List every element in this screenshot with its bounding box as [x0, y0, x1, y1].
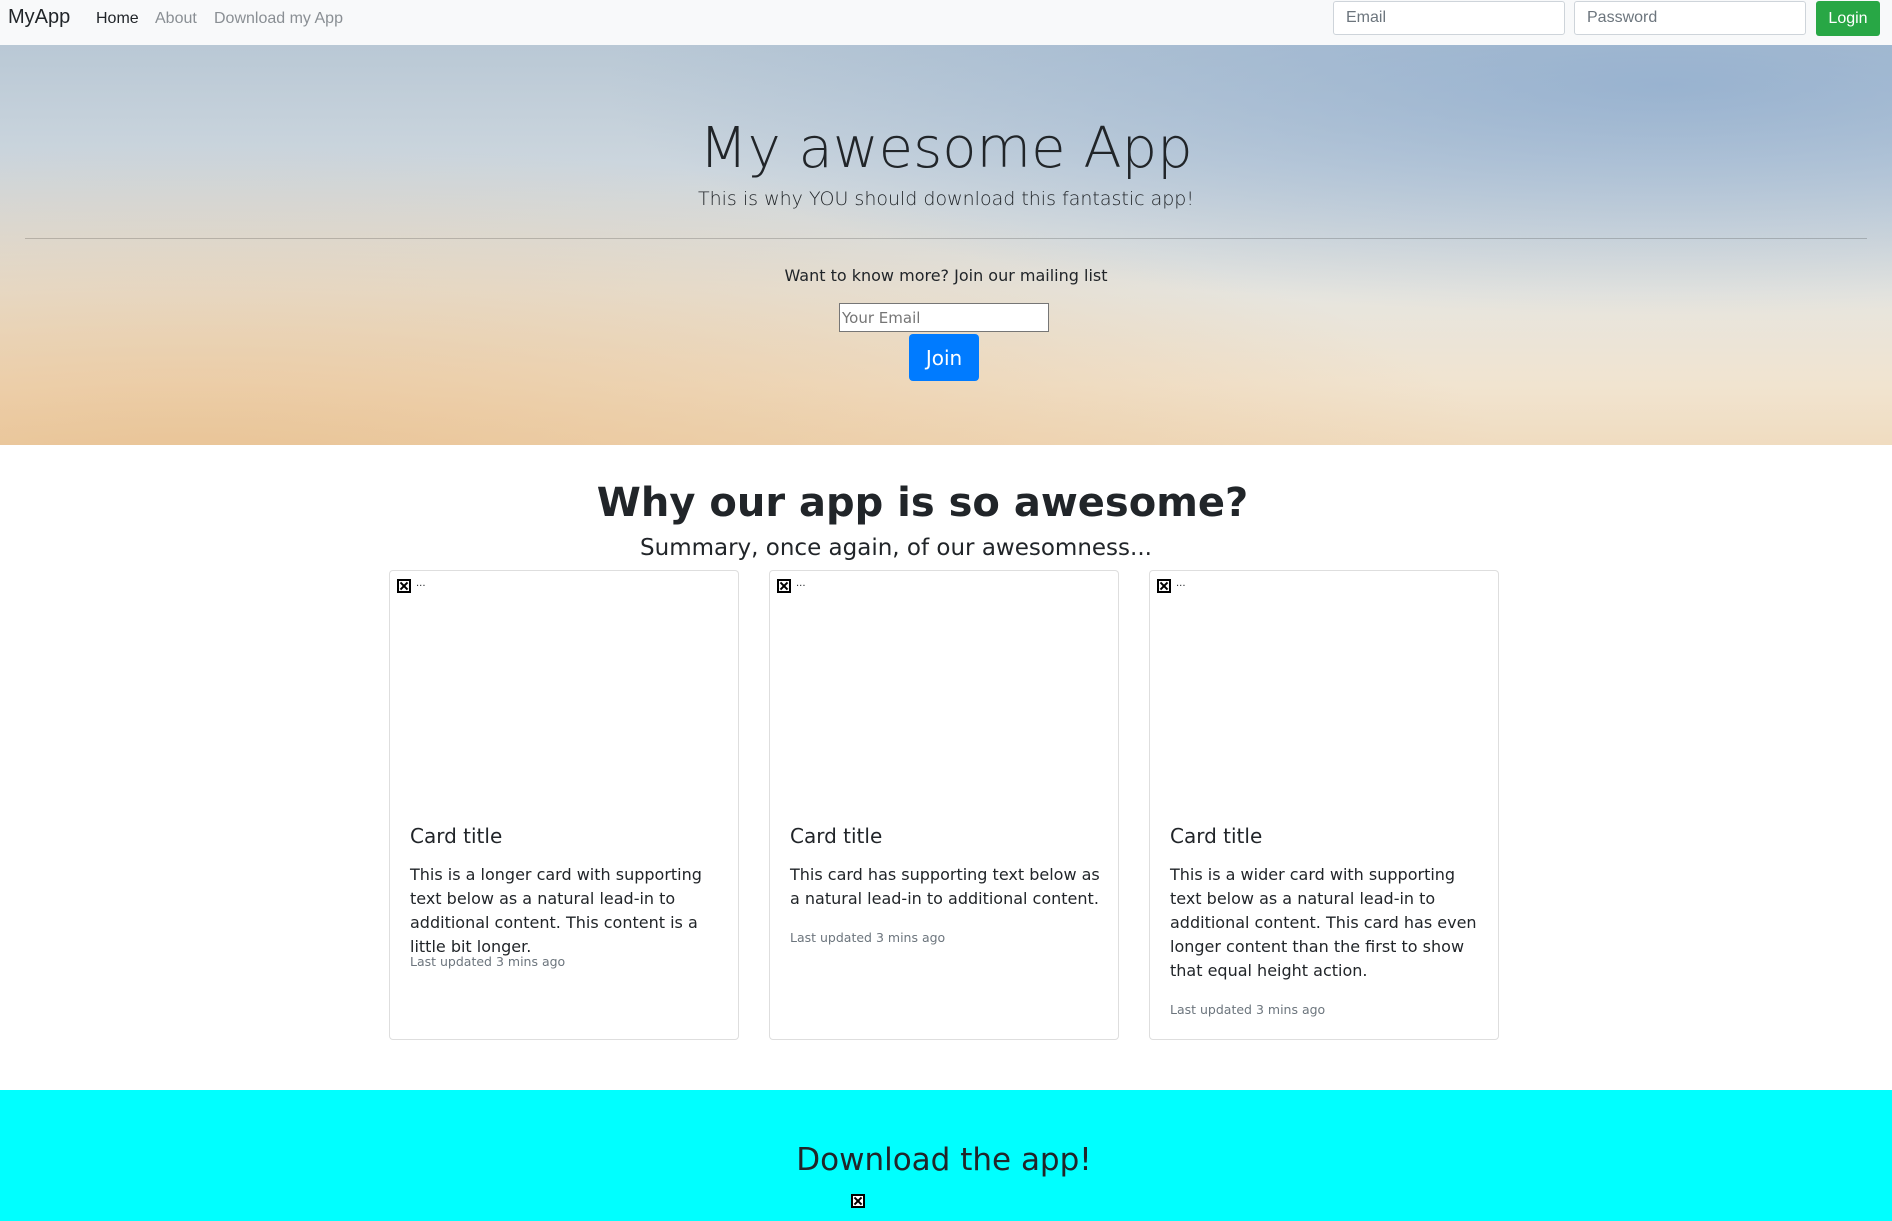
card-title: Card title: [410, 824, 503, 848]
broken-image-icon: [397, 579, 411, 593]
features-title: Why our app is so awesome?: [596, 480, 1249, 526]
download-title: Download the app!: [796, 1142, 1092, 1178]
mailing-email-input[interactable]: [839, 303, 1049, 332]
hero-title: My awesome App: [699, 116, 1193, 181]
join-button[interactable]: Join: [909, 334, 979, 381]
broken-image-icon: [1157, 579, 1171, 593]
hero-subtitle: This is why YOU should download this fan…: [698, 188, 1194, 210]
download-section: Download the app!: [0, 1090, 1892, 1221]
card-updated: Last updated 3 mins ago: [1170, 1002, 1326, 1017]
card-text: This is a wider card with supporting tex…: [1170, 865, 1477, 980]
broken-image-icon: [777, 579, 791, 593]
navbar: MyApp Home About Download my App Login: [0, 0, 1892, 45]
nav-link-about[interactable]: About: [155, 10, 197, 28]
hero-section: My awesome App This is why YOU should do…: [0, 45, 1892, 445]
card-title: Card title: [790, 824, 883, 848]
nav-link-download[interactable]: Download my App: [214, 10, 343, 28]
card-text: This is a longer card with supporting te…: [410, 865, 702, 956]
card-image: ...: [397, 577, 426, 593]
card-image-alt: ...: [796, 577, 806, 589]
card-text: This card has supporting text below as a…: [790, 865, 1100, 908]
card-title: Card title: [1170, 824, 1263, 848]
card-image: ...: [1157, 577, 1186, 593]
feature-card: ... Card title This is a longer card wit…: [389, 570, 739, 1040]
nav-link-home[interactable]: Home: [96, 10, 139, 28]
feature-card: ... Card title This is a wider card with…: [1149, 570, 1499, 1040]
hero-divider: [25, 238, 1867, 239]
nav-email-input[interactable]: [1333, 1, 1565, 35]
card-updated: Last updated 3 mins ago: [410, 954, 566, 969]
card-image: ...: [777, 577, 806, 593]
nav-password-input[interactable]: [1574, 1, 1806, 35]
broken-image-icon[interactable]: [851, 1194, 865, 1208]
mailing-list-text: Want to know more? Join our mailing list: [784, 266, 1108, 285]
card-image-alt: ...: [1176, 577, 1186, 589]
login-button[interactable]: Login: [1816, 1, 1880, 36]
card-image-alt: ...: [416, 577, 426, 589]
brand-link[interactable]: MyApp: [8, 6, 70, 29]
features-subtitle: Summary, once again, of our awesomness..…: [640, 535, 1152, 561]
card-updated: Last updated 3 mins ago: [790, 930, 946, 945]
feature-card: ... Card title This card has supporting …: [769, 570, 1119, 1040]
